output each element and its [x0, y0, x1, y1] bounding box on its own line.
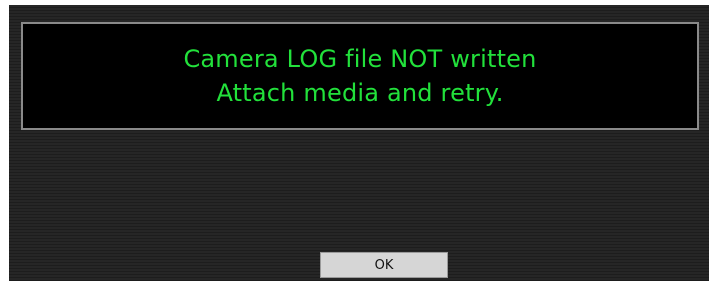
message-line-2: Attach media and retry.	[216, 79, 504, 107]
message-panel: Camera LOG file NOT written Attach media…	[21, 22, 699, 130]
ok-button[interactable]: OK	[320, 252, 448, 278]
error-dialog: Camera LOG file NOT written Attach media…	[9, 5, 709, 281]
message-line-1: Camera LOG file NOT written	[183, 45, 537, 73]
